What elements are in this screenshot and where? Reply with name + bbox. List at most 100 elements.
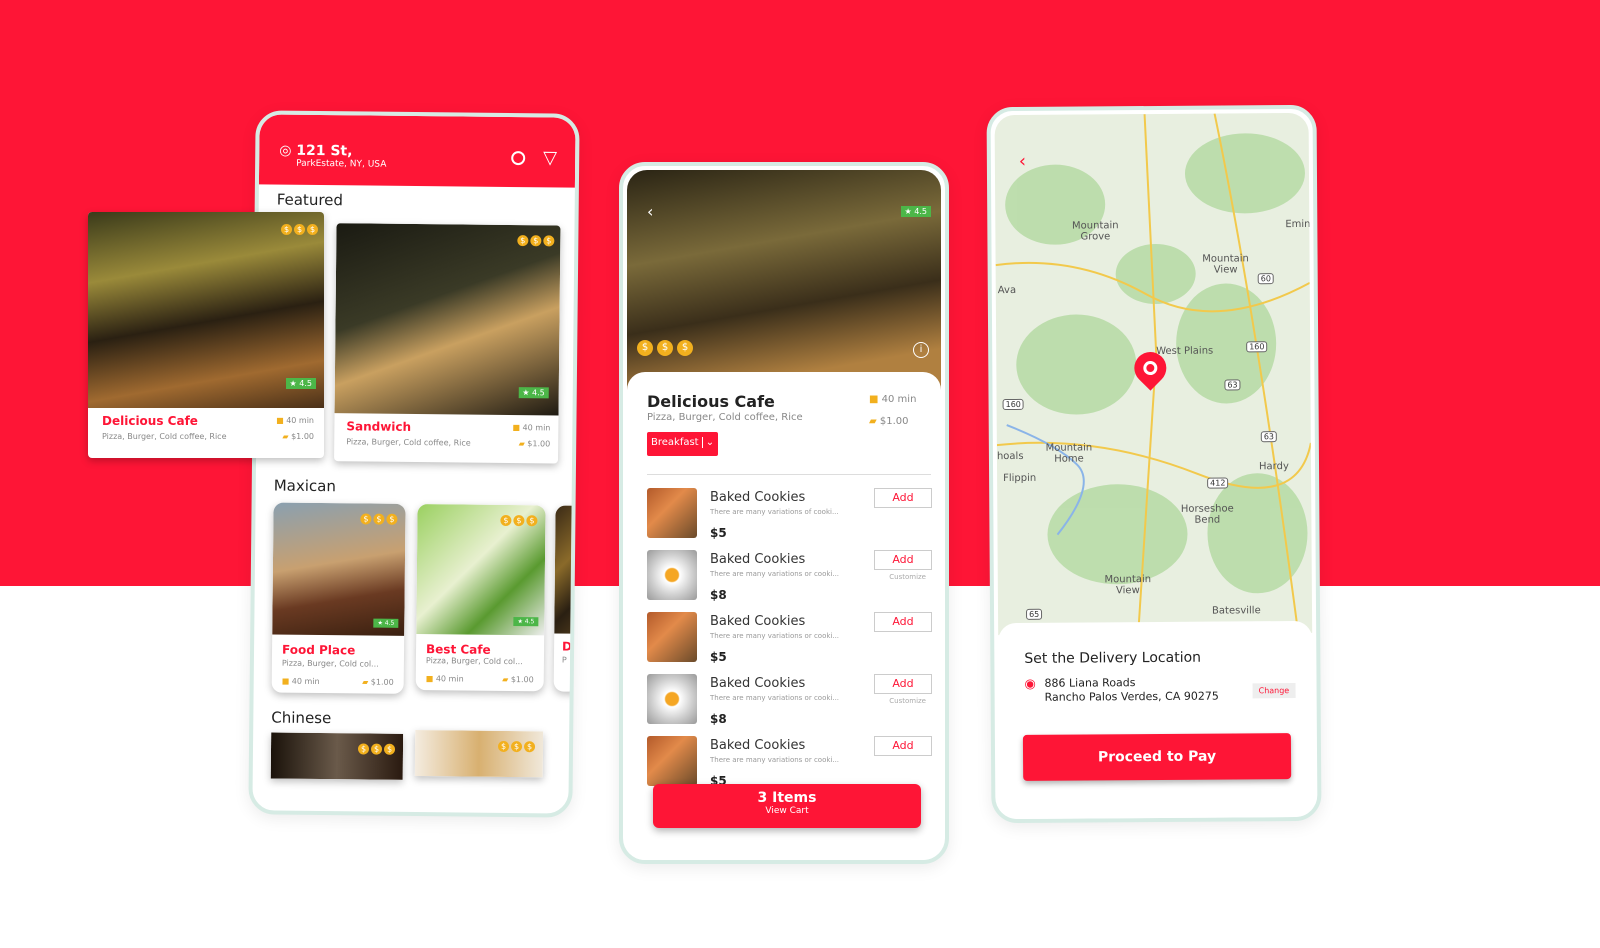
menu-item: Baked Cookies There are many variations … [647, 674, 932, 730]
view-cart-button[interactable]: 3 Items View Cart [653, 784, 921, 828]
restaurant-cuisines: Pizza, Burger, Cold coffee, Rice [346, 437, 471, 448]
map[interactable]: Mountain Grove Emine Mountain View Ava W… [994, 112, 1313, 636]
filter-icon[interactable]: ▽ [543, 147, 557, 168]
chinese-card[interactable]: $ $ $ [414, 730, 544, 778]
map-label: Flippin [1003, 472, 1037, 485]
restaurant-cuisines: Pizza, Burger, Cold coffee, Rice [647, 412, 803, 423]
menu-category-value: Breakfast [651, 437, 699, 448]
add-button[interactable]: Add [874, 612, 932, 632]
delivery-time: ■ 40 min [425, 674, 464, 684]
search-icon[interactable] [511, 151, 526, 166]
delivery-cost: ▰ $1.00 [282, 432, 314, 441]
location-icon: ◎ [279, 142, 292, 159]
restaurant-name: Best Cafe [425, 642, 491, 657]
price-level: $ $ $ [357, 743, 396, 755]
section-chinese: Chinese [271, 708, 332, 728]
price-level: $ $ $ [281, 224, 318, 235]
featured-card-delicious-cafe[interactable]: $ $ $ ★ 4.5 Delicious Cafe Pizza, Burger, … [88, 212, 324, 458]
map-label: Batesville [1211, 605, 1261, 617]
price-level: $ $ $ [500, 514, 538, 527]
price-level: $ $ $ [360, 513, 398, 525]
map-label: Mountain Home [1045, 442, 1093, 465]
map-label: West Plains [1156, 345, 1214, 357]
add-button[interactable]: Add [874, 488, 932, 508]
info-icon[interactable]: i [913, 342, 929, 358]
map-label: Mountain View [1104, 574, 1152, 597]
add-button[interactable]: Add [874, 736, 932, 756]
change-button[interactable]: Change [1252, 683, 1296, 699]
restaurant-image [270, 732, 404, 780]
map-label: hoals [996, 450, 1024, 463]
delivery-cost: ▰ $1.00 [362, 677, 394, 687]
rating-badge: ★ 4.5 [518, 387, 549, 399]
delivery-time: ■ 40 min [512, 423, 551, 433]
menu-item-description: There are many variations or cooki... [710, 570, 840, 578]
menu-item-price: $5 [710, 526, 727, 540]
delivery-time: ■ 40 min [281, 676, 320, 687]
map-label: Mountain View [1202, 253, 1249, 276]
map-label: Emine [1285, 218, 1313, 231]
restaurant-name: Sandwich [346, 419, 412, 434]
divider [647, 474, 931, 475]
back-icon[interactable]: ‹ [1019, 151, 1026, 172]
price-level: $ $ $ [637, 340, 693, 356]
home-header: ◎ 121 St, ParkEstate, NY, USA ▽ [258, 114, 576, 188]
restaurant-name: D [562, 639, 573, 654]
section-featured: Featured [276, 190, 344, 210]
restaurant-name: Delicious Cafe [102, 414, 198, 428]
delivery-time: ■ 40 min [869, 394, 917, 405]
restaurant-image [414, 730, 544, 778]
delivery-cost: ▰ $1.00 [518, 439, 551, 449]
menu-item-image [647, 612, 697, 662]
highway-shield: 60 [1257, 273, 1274, 285]
add-button[interactable]: Add [874, 550, 932, 570]
add-button[interactable]: Add [874, 674, 932, 694]
menu-item-description: There are many variations of cooki... [710, 508, 839, 516]
menu-item-description: There are many variations or cooki... [710, 694, 840, 702]
restaurant-name: Delicious Cafe [647, 392, 775, 411]
map-label: Hardy [1258, 461, 1289, 473]
chinese-card[interactable]: $ $ $ [270, 732, 404, 780]
highway-shield: 63 [1260, 431, 1278, 443]
highway-shield: 63 [1224, 379, 1241, 391]
rating-badge: ★ 4.5 [285, 378, 316, 389]
cart-label: View Cart [765, 806, 809, 816]
menu-item-image [647, 736, 697, 786]
price-level: $ $ $ [517, 235, 555, 247]
delivery-cost: ▰ $1.00 [869, 416, 909, 427]
menu-item-price: $8 [710, 588, 727, 602]
section-mexican: Maxican [273, 476, 336, 496]
restaurant-cuisines: Pizza, Burger, Cold col... [425, 656, 523, 667]
restaurant-cuisines: Pizza, Burger, Cold coffee, Rice [102, 432, 227, 441]
highway-shield: 160 [1246, 341, 1268, 353]
chevron-down-icon: ⌄ [701, 437, 715, 448]
back-icon[interactable]: ‹ [647, 202, 653, 221]
customize-label: Customize [889, 697, 926, 705]
location-panel: Set the Delivery Location ◉ 886 Liana Ro… [998, 620, 1314, 824]
rating-badge: ★ 4.5 [513, 617, 539, 627]
highway-shield: 412 [1207, 477, 1229, 489]
menu-item: Baked Cookies There are many variations … [647, 550, 932, 606]
menu-item-description: There are many variations or cooki... [710, 756, 840, 764]
mexican-card-best-cafe[interactable]: $ $ $ ★ 4.5 Best Cafe Pizza, Burger, Cold … [415, 504, 546, 692]
delivery-icon: ▰ [518, 439, 525, 449]
price-level: $ $ $ [497, 740, 536, 753]
rating-badge: ★ 4.5 [900, 206, 931, 217]
delivery-location-screen: Mountain Grove Emine Mountain View Ava W… [986, 104, 1322, 824]
menu-item-name: Baked Cookies [710, 614, 806, 629]
map-label: Mountain Grove [1072, 220, 1119, 243]
delivery-cost: ▰ $1.00 [502, 674, 534, 685]
menu-item: Baked Cookies There are many variations … [647, 488, 932, 544]
restaurant-name: Food Place [281, 642, 356, 658]
menu-item-price: $5 [710, 650, 727, 664]
proceed-to-pay-button[interactable]: Proceed to Pay [1022, 733, 1292, 781]
location-icon: ◉ [1024, 676, 1036, 692]
menu-item-image [647, 488, 697, 538]
restaurant-cuisines: Pizza, Burger, Cold col... [281, 658, 379, 669]
address-line2: Rancho Palos Verdes, CA 90275 [1044, 689, 1219, 704]
current-address[interactable]: 121 St, ParkEstate, NY, USA [296, 143, 387, 170]
menu-item-image [647, 550, 697, 600]
mexican-card-food-place[interactable]: $ $ $ ★ 4.5 Food Place Pizza, Burger, Cold… [271, 502, 406, 694]
featured-card-sandwich[interactable]: $ $ $ ★ 4.5 Sandwich Pizza, Burger, Cold c… [334, 223, 561, 464]
menu-category-select[interactable]: Breakfast ⌄ [647, 432, 719, 456]
